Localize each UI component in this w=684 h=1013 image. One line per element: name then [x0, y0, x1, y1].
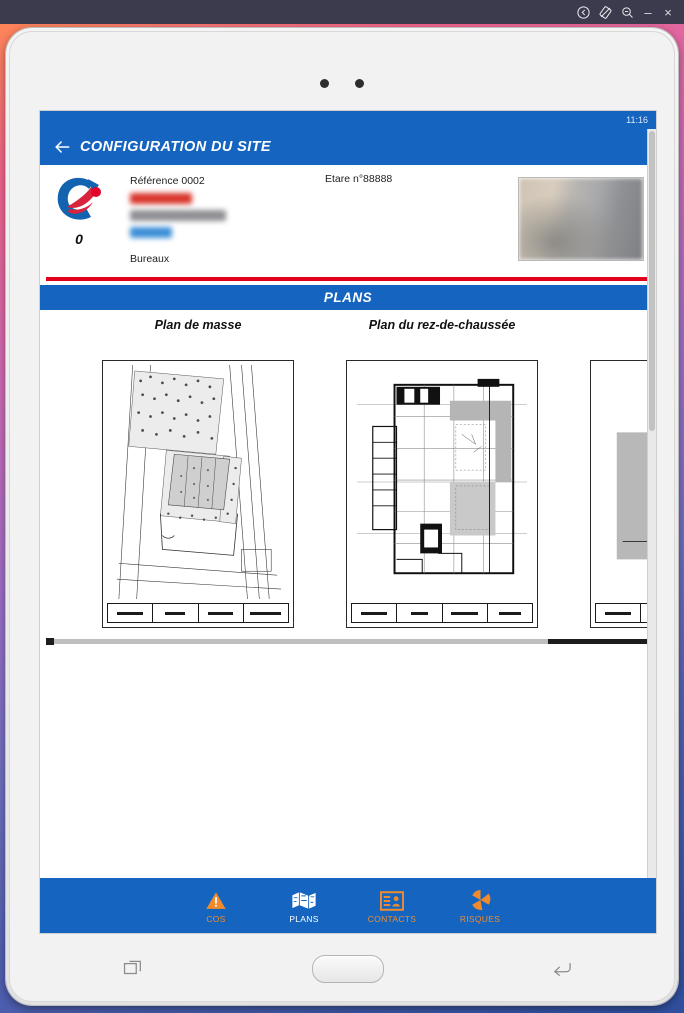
scrollbar-start-marker [46, 638, 54, 645]
title-block-cell [244, 604, 288, 622]
plan-title-block [107, 603, 289, 623]
minimize-button[interactable]: – [638, 1, 658, 23]
nav-label: COS [206, 914, 226, 924]
nav-label: CONTACTS [367, 914, 417, 924]
page-vertical-scrollbar[interactable] [647, 129, 656, 878]
scrollbar-thumb[interactable] [649, 131, 655, 431]
scrollbar-thumb[interactable] [548, 639, 656, 644]
sensor-dot-icon [355, 78, 364, 88]
plans-section-title: PLANS [323, 290, 373, 305]
red-divider [46, 277, 650, 281]
plans-scroll-viewport[interactable]: Plan de masse Plan du rez-de-chaussée [40, 310, 656, 635]
nav-item-risques[interactable]: RISQUES [447, 887, 513, 924]
plan-drawing-body [351, 365, 533, 599]
company-logo-icon [53, 173, 105, 229]
android-navigation-bar [39, 945, 657, 993]
title-block-cell [108, 604, 154, 622]
plan-title: Plan du rez-de-chaussée [368, 318, 516, 332]
site-name-redacted [130, 190, 380, 207]
tablet-device-frame: 11:16 CONFIGURATION DU SITE 0 Référence … [6, 28, 678, 1005]
building-photo[interactable] [518, 177, 644, 261]
plan-drawing-body [107, 365, 289, 599]
site-address-redacted [130, 207, 380, 224]
status-time: 11:16 [626, 115, 648, 125]
rotate-lock-icon[interactable] [594, 1, 616, 23]
app-bar: CONFIGURATION DU SITE [40, 129, 656, 165]
plans-horizontal-scrollbar[interactable] [40, 635, 656, 649]
plans-track: Plan de masse Plan du rez-de-chaussée [40, 310, 656, 628]
back-icon[interactable] [572, 1, 594, 23]
back-button[interactable] [551, 960, 573, 978]
site-logo-block: 0 [48, 173, 110, 247]
risk-icon [469, 887, 492, 911]
map-icon [291, 887, 317, 911]
site-count-value: 0 [75, 231, 83, 247]
device-sensors [6, 72, 678, 94]
recents-button[interactable] [123, 960, 145, 978]
redaction-bar [130, 192, 192, 204]
window-titlebar: – × [0, 0, 684, 24]
home-button[interactable] [311, 955, 384, 983]
nav-item-plans[interactable]: PLANS [271, 887, 337, 924]
site-city-redacted [130, 224, 380, 241]
title-block-cell [199, 604, 244, 622]
plan-title-block [351, 603, 533, 623]
plan-card[interactable]: Plan de masse [102, 318, 294, 628]
nav-label: PLANS [289, 914, 319, 924]
contact-card-icon [380, 887, 404, 911]
page-title: CONFIGURATION DU SITE [80, 139, 271, 155]
zoom-icon[interactable] [616, 1, 638, 23]
tablet-screen: 11:16 CONFIGURATION DU SITE 0 Référence … [39, 110, 657, 934]
title-block-cell [352, 604, 398, 622]
warning-triangle-icon [205, 887, 227, 911]
plans-section-header: PLANS [40, 285, 656, 310]
nav-label: RISQUES [459, 914, 501, 924]
site-info-panel: 0 Référence 0002 Etare n°88888 Bureaux [40, 165, 656, 285]
title-block-cell [596, 604, 642, 622]
title-block-cell [443, 604, 488, 622]
plan-drawing-site-plan[interactable] [102, 360, 294, 628]
building-photo-image [519, 178, 643, 260]
bottom-navigation: COS PLANS CONTACTS RISQUES [40, 878, 656, 933]
content-empty-area [40, 649, 656, 859]
arrow-left-icon[interactable] [50, 135, 74, 159]
site-type-label: Bureaux [130, 253, 170, 265]
title-block-cell [153, 604, 199, 622]
etare-number: Etare n°88888 [325, 173, 393, 185]
plan-title: Plan de masse [154, 318, 242, 332]
nav-item-contacts[interactable]: CONTACTS [359, 887, 425, 924]
title-block-cell [488, 604, 532, 622]
status-bar: 11:16 [40, 111, 656, 129]
camera-dot-icon [320, 78, 329, 88]
redaction-bar [130, 209, 226, 221]
plan-card[interactable]: Plan du rez-de-chaussée [346, 318, 538, 628]
nav-item-cos[interactable]: COS [183, 887, 249, 924]
title-block-cell [397, 604, 443, 622]
close-button[interactable]: × [658, 1, 678, 23]
redaction-bar [130, 226, 172, 238]
plan-drawing-ground-floor[interactable] [346, 360, 538, 628]
